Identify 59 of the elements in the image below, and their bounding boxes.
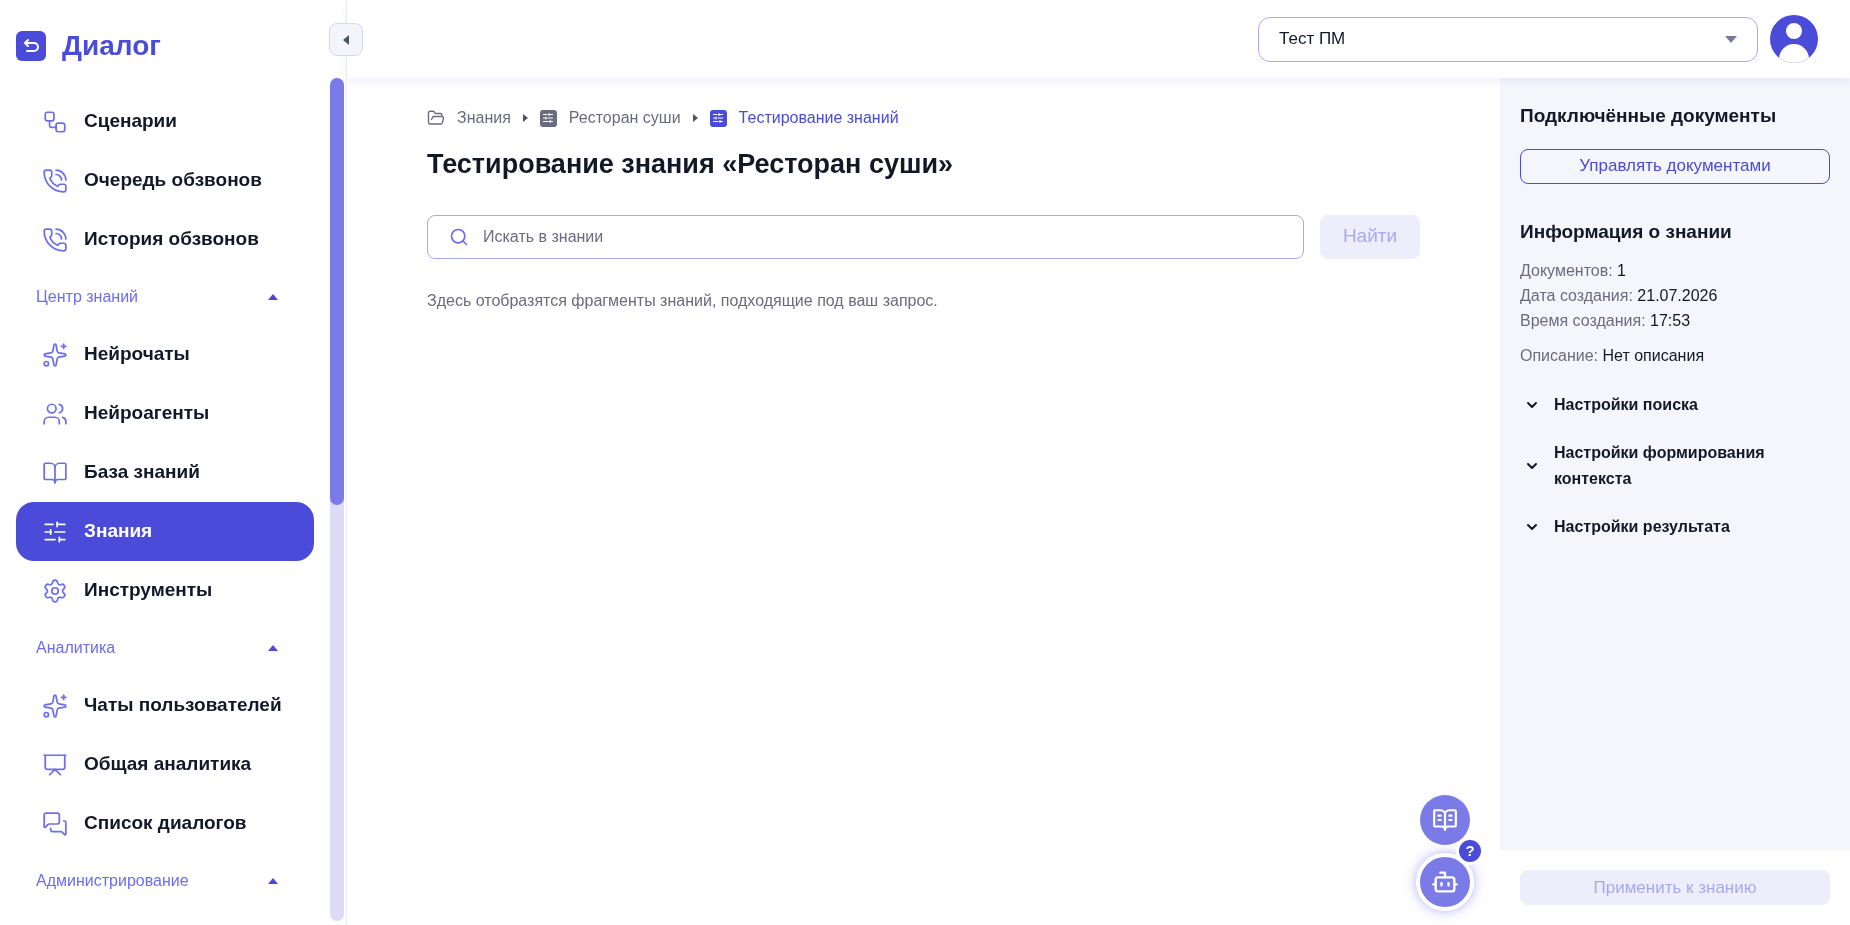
logo-icon <box>16 31 46 61</box>
sidebar-item[interactable]: Знания <box>16 502 314 561</box>
page-title: Тестирование знания «Ресторан суши» <box>427 148 955 181</box>
section-header[interactable]: Центр знаний <box>0 269 330 325</box>
sidebar-item[interactable]: Нейроагенты <box>16 384 314 443</box>
sidebar-item[interactable]: Инструменты <box>16 561 314 620</box>
sparkles-icon <box>42 692 68 719</box>
sidebar-item[interactable]: Сценарии <box>16 92 314 151</box>
documents-title: Подключённые документы <box>1520 104 1778 128</box>
info-line: Описание: Нет описания <box>1520 346 1706 366</box>
logo-text: Диалог <box>62 29 161 63</box>
info-line: Документов: 1 <box>1520 261 1627 281</box>
avatar-icon[interactable] <box>1770 15 1818 63</box>
sidebar-item[interactable]: Чаты пользователей <box>16 676 314 735</box>
folder-icon <box>427 109 445 127</box>
info-line: Время создания: 17:53 <box>1520 311 1692 331</box>
breadcrumb-separator-icon <box>692 114 698 122</box>
book-icon <box>42 459 68 486</box>
settings-accordion[interactable]: Настройки результата <box>1520 514 1830 540</box>
knowledge-book-button[interactable] <box>1420 795 1470 845</box>
dropdown-caret-icon <box>1725 35 1737 43</box>
breadcrumb-item[interactable]: Ресторан суши <box>539 106 681 130</box>
info-title: Информация о знании <box>1520 219 1733 244</box>
scrollbar-thumb[interactable] <box>330 78 344 505</box>
project-select[interactable]: Тест ПМ <box>1258 16 1758 62</box>
sliders-icon <box>709 109 727 127</box>
search-field[interactable]: Искать в знании <box>427 214 1304 259</box>
phone-icon <box>42 167 68 194</box>
manage-documents-button[interactable]: Управлять документами <box>1520 148 1830 184</box>
caret-icon <box>343 34 349 45</box>
sidebar-item[interactable]: История обзвонов <box>16 210 314 269</box>
phone-icon <box>42 226 68 253</box>
chat-icon <box>42 810 68 837</box>
sliders-icon <box>42 518 68 545</box>
sidebar-item[interactable]: База знаний <box>16 443 314 502</box>
sidebar-item[interactable]: Нейрочаты <box>16 325 314 384</box>
sidebar-item[interactable]: Очередь обзвонов <box>16 151 314 210</box>
section-header[interactable]: Администрирование <box>0 853 330 909</box>
help-badge[interactable]: ? <box>1456 837 1484 865</box>
sparkles-icon <box>42 341 68 368</box>
book-icon <box>1432 807 1458 833</box>
info-line: Дата создания: 21.07.2026 <box>1520 286 1719 306</box>
presentation-icon <box>42 751 68 778</box>
users-icon <box>42 400 68 427</box>
sliders-icon <box>539 109 557 127</box>
sidebar-item[interactable]: Список диалогов <box>16 794 314 853</box>
flowchart-icon <box>42 108 68 135</box>
results-hint: Здесь отобразятся фрагменты знаний, подходящие под ваш запрос. <box>427 290 939 311</box>
section-header[interactable]: Аналитика <box>0 620 330 676</box>
search-icon <box>449 226 469 247</box>
settings-accordion[interactable]: Настройки формирования контекста <box>1520 440 1830 492</box>
breadcrumb-item[interactable]: Тестирование знаний <box>709 106 899 130</box>
breadcrumb-separator-icon <box>522 114 528 122</box>
sidebar-item[interactable]: Общая аналитика <box>16 735 314 794</box>
breadcrumb-item[interactable]: Знания <box>427 106 511 130</box>
gear-icon <box>42 577 68 604</box>
settings-accordion[interactable]: Настройки поиска <box>1520 392 1830 418</box>
collapse-sidebar-button[interactable] <box>329 23 363 56</box>
scrollbar[interactable] <box>330 78 344 921</box>
